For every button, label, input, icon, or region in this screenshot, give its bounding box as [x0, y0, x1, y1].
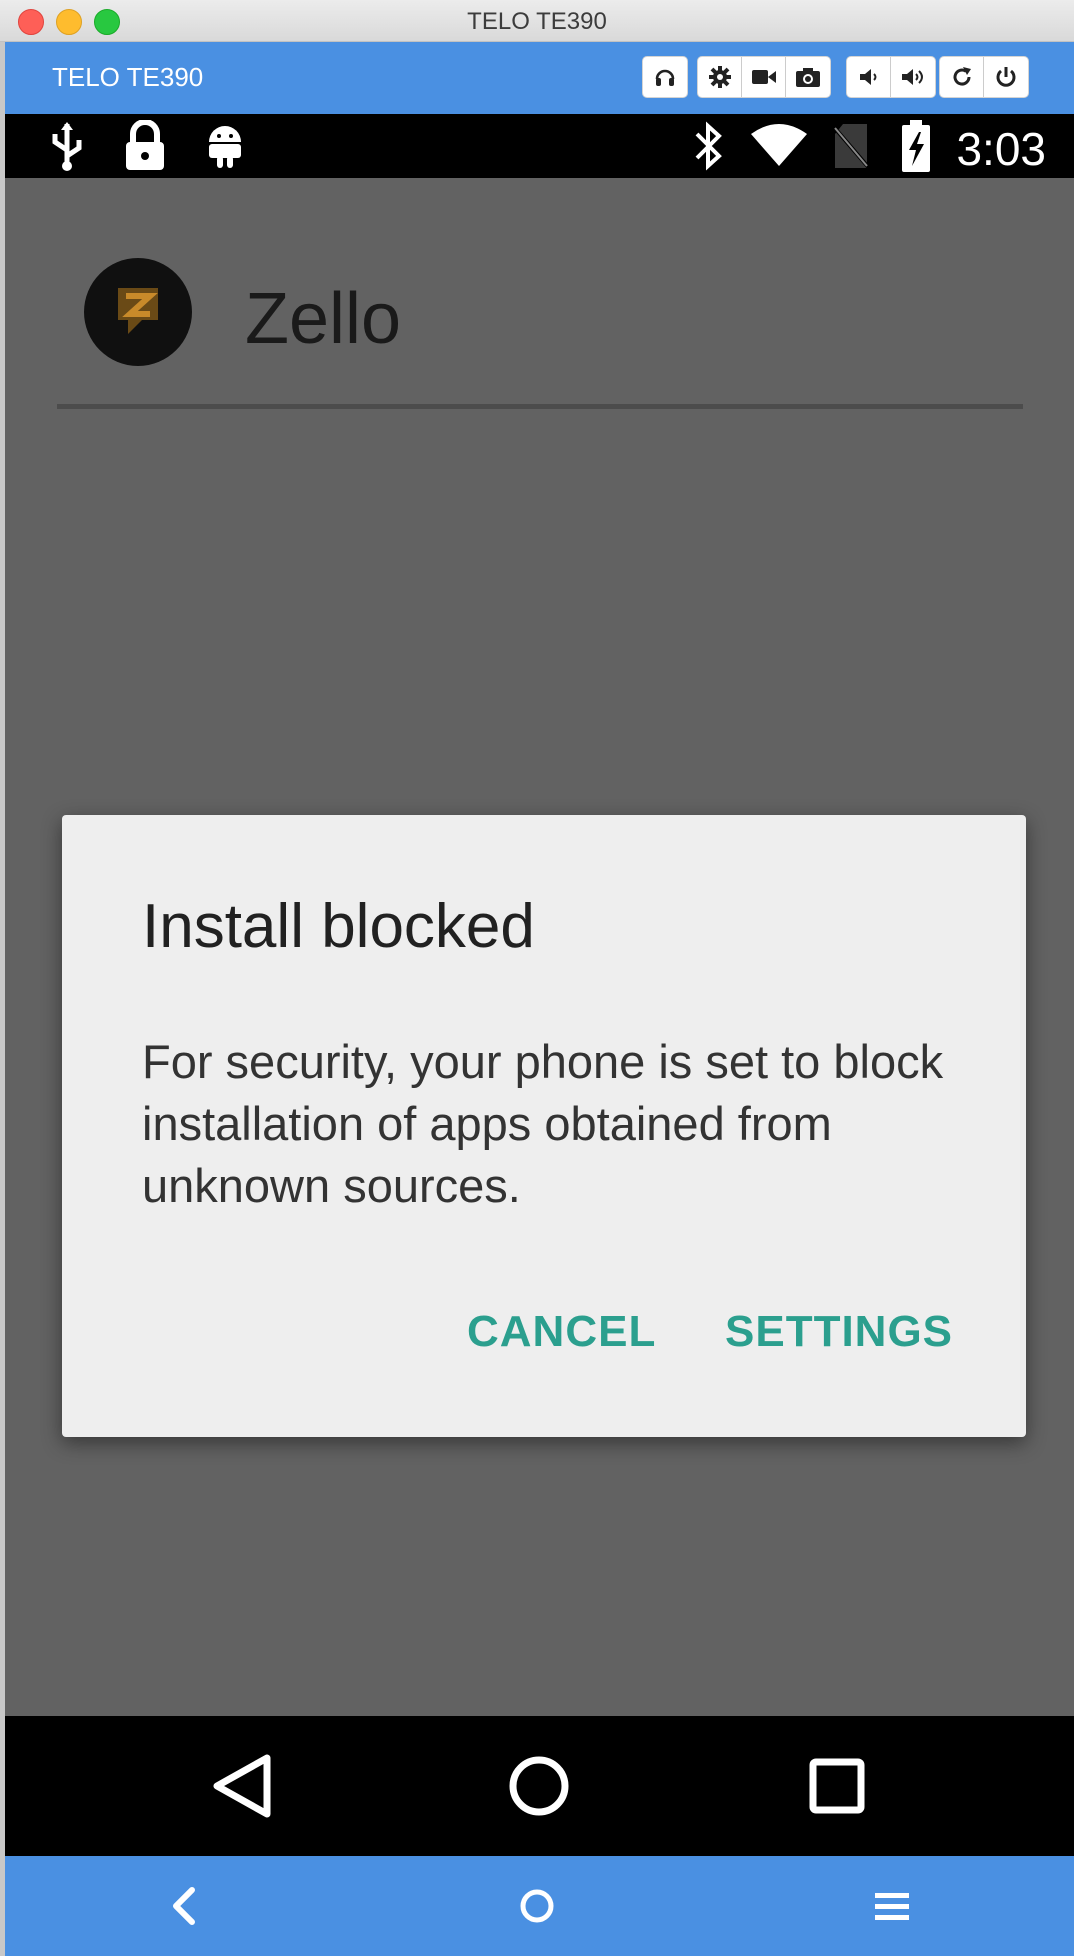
zello-logo-icon — [84, 258, 192, 366]
dialog-message: For security, your phone is set to block… — [142, 1035, 944, 1212]
back-button[interactable] — [173, 1716, 313, 1856]
settings-button[interactable]: SETTINGS — [725, 1307, 953, 1357]
lock-icon — [123, 114, 167, 178]
home-button[interactable] — [469, 1716, 609, 1856]
settings-button[interactable] — [698, 57, 742, 97]
volume-down-button[interactable] — [847, 57, 891, 97]
emulator-toolbar: TELO TE390 — [5, 42, 1074, 114]
dialog-title: Install blocked — [142, 892, 535, 961]
app-name: Zello — [245, 279, 402, 359]
headphones-icon — [655, 69, 675, 86]
android-status-bar: 3:03 — [5, 114, 1074, 178]
record-video-button[interactable] — [742, 57, 786, 97]
app-header-divider — [57, 404, 1023, 409]
status-clock: 3:03 — [956, 123, 1046, 175]
bluetooth-icon — [691, 114, 725, 178]
volume-button-group — [846, 56, 936, 98]
volume-up-icon — [902, 69, 923, 85]
install-blocked-dialog: Install blocked For security, your phone… — [62, 815, 1026, 1437]
device-button-group — [939, 56, 1029, 98]
window-titlebar: TELO TE390 — [0, 0, 1074, 42]
wifi-icon — [749, 114, 809, 178]
circle-home-icon — [520, 1889, 554, 1923]
home-circle-icon — [509, 1756, 569, 1816]
chevron-left-icon — [173, 1887, 195, 1925]
screenshot-button[interactable] — [786, 57, 830, 97]
back-triangle-icon — [213, 1754, 271, 1818]
volume-up-button[interactable] — [891, 57, 935, 97]
recents-button[interactable] — [767, 1716, 907, 1856]
app-background: Zello Install blocked For security, your… — [5, 178, 1074, 1716]
rotate-icon — [953, 67, 971, 86]
android-icon — [203, 114, 247, 178]
emulator-bottom-bar — [5, 1856, 1074, 1956]
window-title: TELO TE390 — [467, 8, 607, 35]
menu-icon — [875, 1893, 909, 1920]
battery-charging-icon — [899, 114, 933, 178]
gear-icon — [708, 66, 731, 88]
audio-button-group — [642, 56, 688, 98]
headphones-button[interactable] — [643, 57, 687, 97]
power-button[interactable] — [984, 57, 1028, 97]
rotate-button[interactable] — [940, 57, 984, 97]
emulator-menu-button[interactable] — [842, 1856, 942, 1956]
camera-icon — [796, 68, 820, 87]
volume-down-icon — [859, 69, 876, 85]
power-icon — [996, 67, 1016, 87]
capture-button-group — [697, 56, 831, 98]
usb-icon — [47, 114, 87, 178]
android-nav-bar — [5, 1716, 1074, 1856]
no-sim-icon — [829, 114, 873, 178]
device-name: TELO TE390 — [52, 62, 204, 92]
recents-square-icon — [809, 1758, 865, 1814]
video-camera-icon — [751, 70, 776, 84]
emulator-back-button[interactable] — [133, 1856, 233, 1956]
cancel-button[interactable]: CANCEL — [467, 1307, 656, 1357]
emulator-home-button[interactable] — [487, 1856, 587, 1956]
